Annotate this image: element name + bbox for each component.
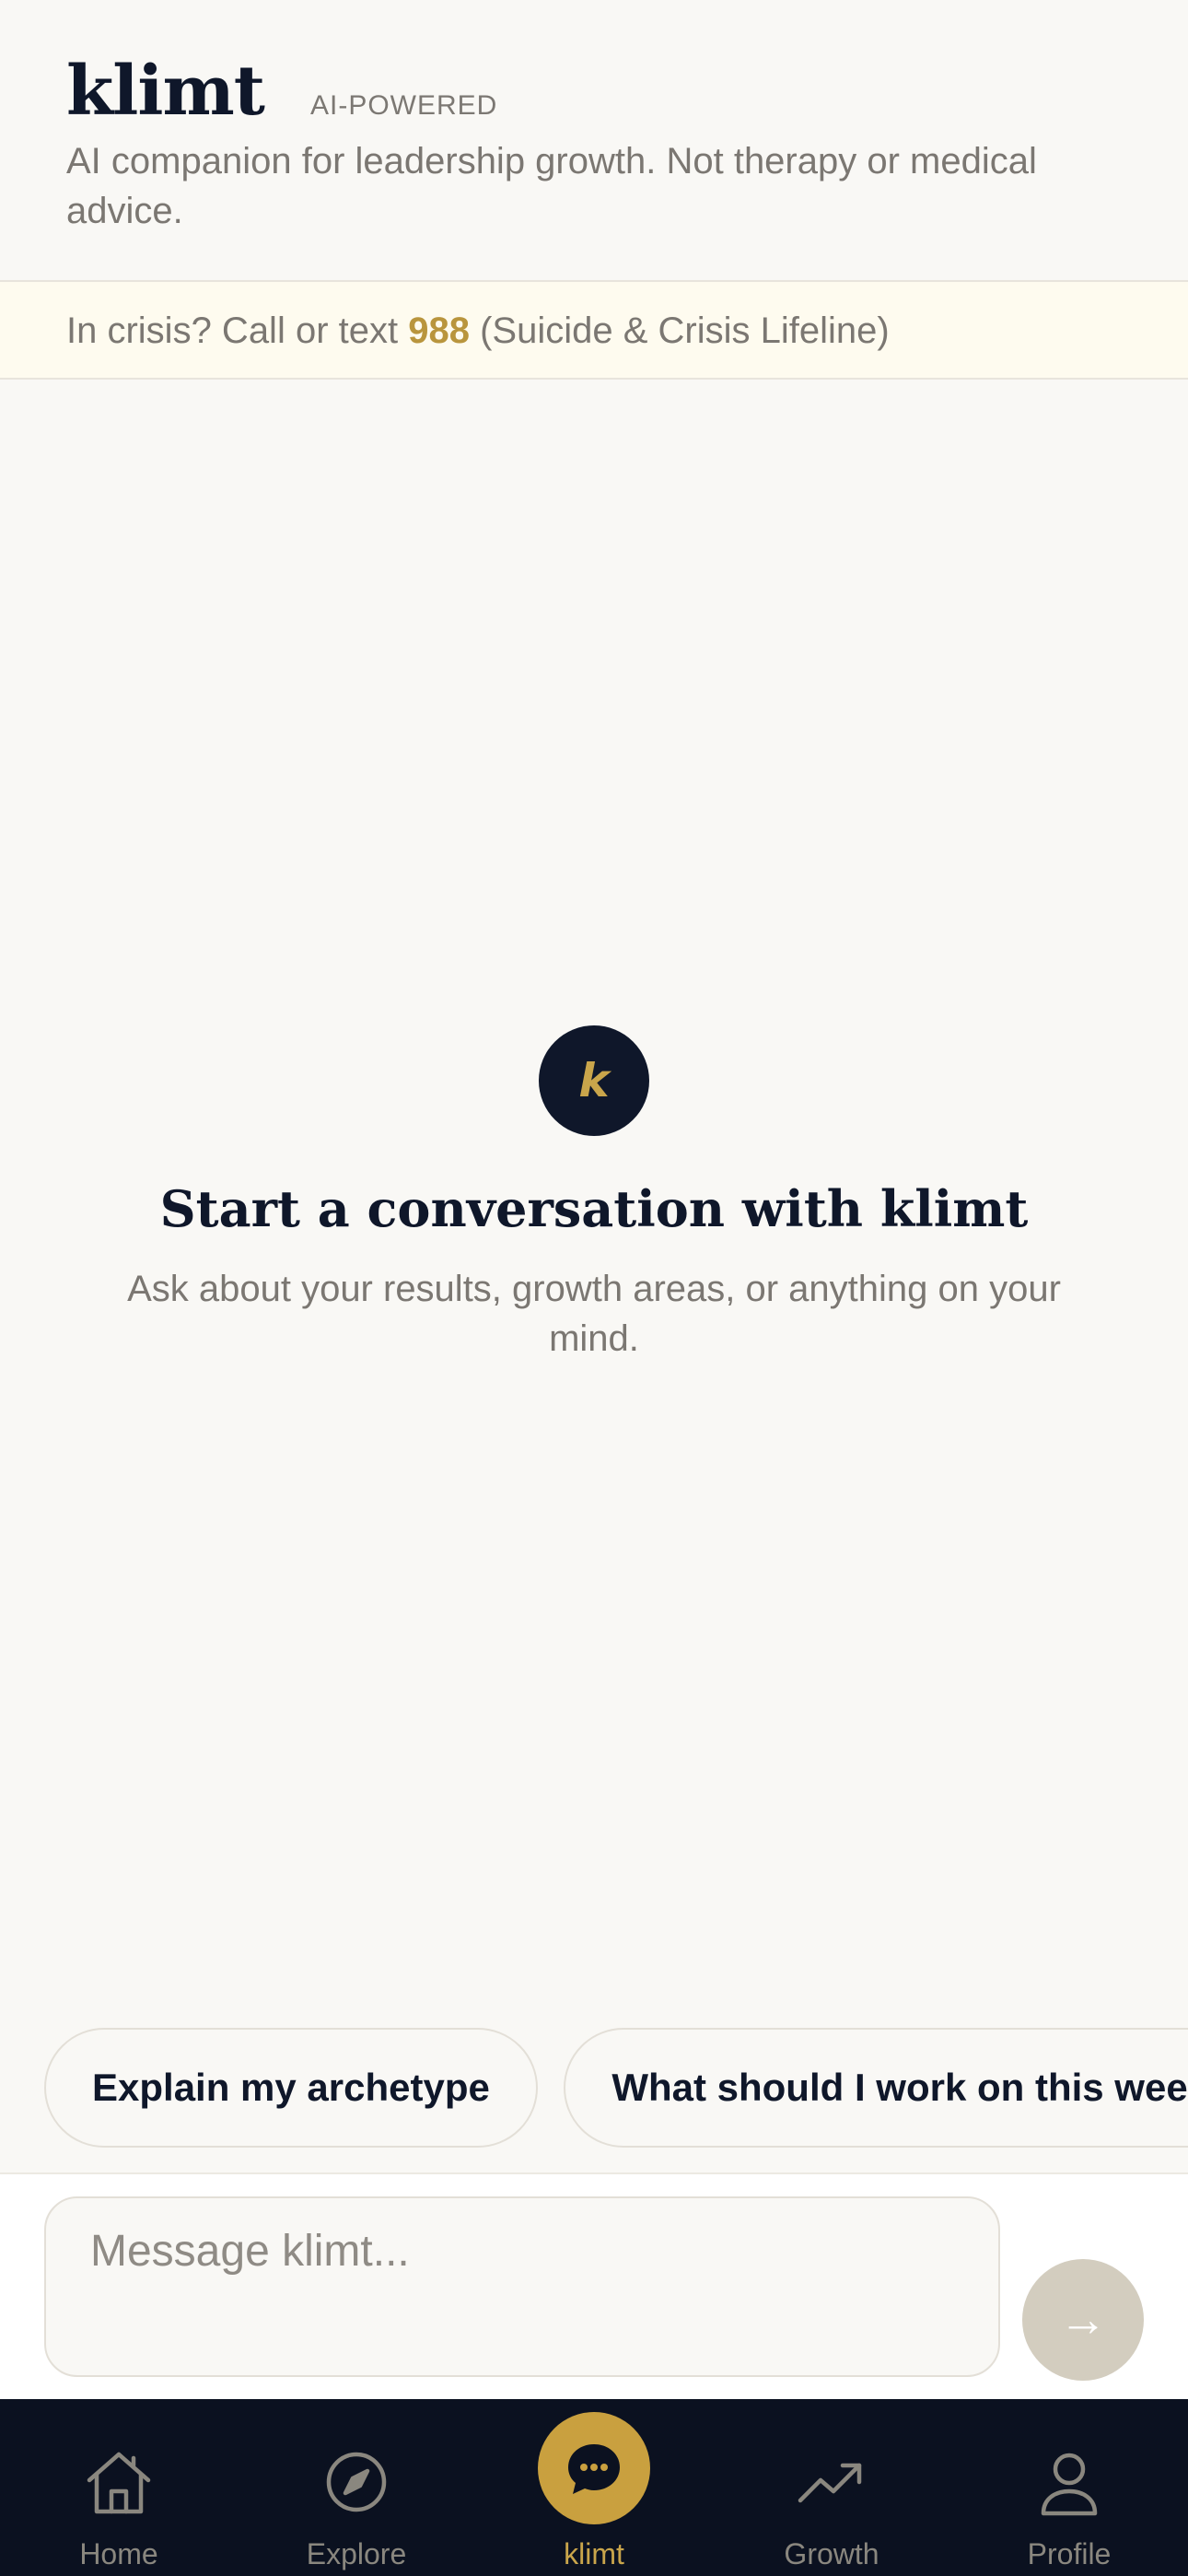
avatar-letter: k [578, 1054, 610, 1107]
home-icon [80, 2443, 157, 2521]
nav-item-explore[interactable]: Explore [238, 2399, 475, 2576]
nav-item-home[interactable]: Home [0, 2399, 238, 2576]
nav-label-explore: Explore [306, 2537, 407, 2570]
nav-label-klimt: klimt [564, 2537, 624, 2570]
empty-state-title: Start a conversation with klimt [159, 1179, 1029, 1238]
message-input[interactable] [44, 2196, 1000, 2377]
app-logo: klimt [66, 52, 265, 131]
crisis-hotline-link[interactable]: 988 [408, 310, 470, 351]
app-header: klimt AI-POWERED AI companion for leader… [0, 0, 1188, 282]
user-icon [1031, 2443, 1108, 2521]
compass-icon [318, 2443, 395, 2521]
brand-row: klimt AI-POWERED [66, 52, 497, 131]
suggestion-chip-this-week[interactable]: What should I work on this week? [564, 2028, 1188, 2148]
arrow-right-icon: → [1059, 2293, 1107, 2347]
nav-item-klimt[interactable]: klimt [475, 2399, 713, 2576]
crisis-suffix: (Suicide & Crisis Lifeline) [469, 310, 890, 351]
nav-label-home: Home [79, 2537, 158, 2570]
ai-powered-badge: AI-POWERED [309, 90, 498, 121]
chat-icon [538, 2412, 650, 2524]
klimt-avatar: k [539, 1025, 649, 1136]
nav-label-profile: Profile [1027, 2537, 1112, 2570]
message-composer: → [0, 2172, 1188, 2399]
nav-label-growth: Growth [784, 2537, 879, 2570]
nav-item-profile[interactable]: Profile [950, 2399, 1188, 2576]
suggestion-chips: Explain my archetype What should I work … [44, 2028, 1188, 2148]
send-button[interactable]: → [1022, 2259, 1144, 2381]
crisis-text: In crisis? Call or text 988 (Suicide & C… [66, 308, 890, 354]
empty-state-subtitle: Ask about your results, growth areas, or… [127, 1269, 1061, 1359]
crisis-banner: In crisis? Call or text 988 (Suicide & C… [0, 282, 1188, 380]
bottom-nav: Home Explore klimt Growth Profile [0, 2399, 1188, 2576]
app-subtitle: AI companion for leadership growth. Not … [66, 141, 1037, 231]
trend-up-icon [793, 2443, 870, 2521]
nav-item-growth[interactable]: Growth [713, 2399, 950, 2576]
suggestion-chip-archetype[interactable]: Explain my archetype [44, 2028, 538, 2148]
crisis-prefix: In crisis? Call or text [66, 310, 409, 351]
